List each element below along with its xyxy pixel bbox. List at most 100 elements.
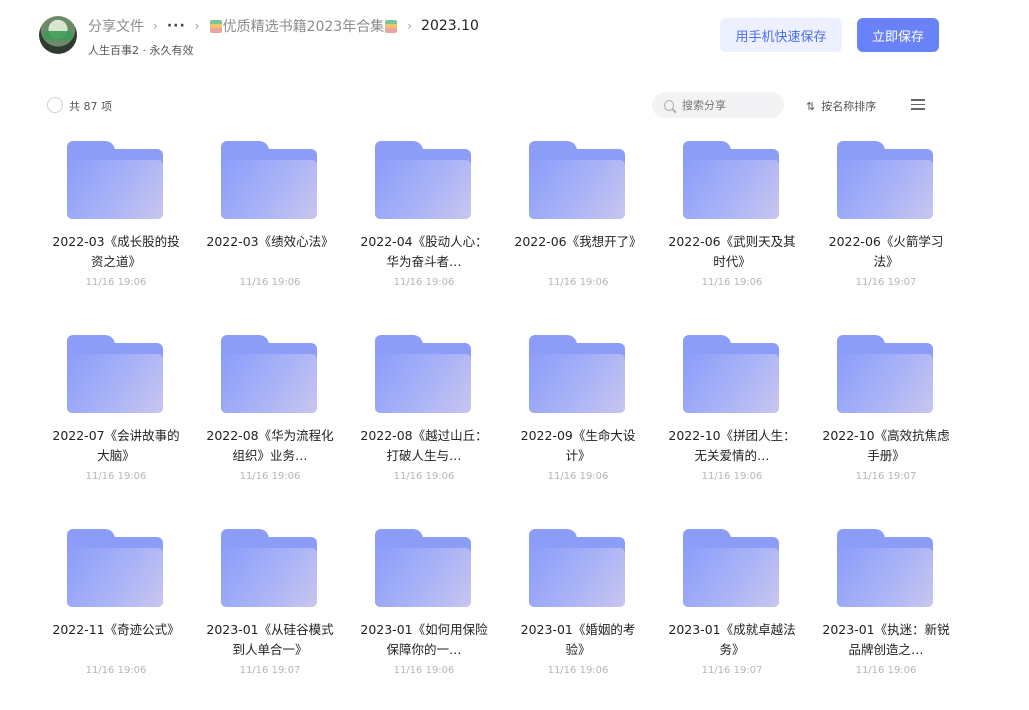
- books-icon: [385, 20, 398, 33]
- folder-item[interactable]: 2022-09《生命大设计》 11/16 19:06: [505, 332, 651, 492]
- breadcrumb-root[interactable]: 分享文件: [88, 16, 144, 36]
- folder-item[interactable]: 2022-10《高效抗焦虑手册》 11/16 19:07: [813, 332, 959, 492]
- folder-item[interactable]: 2023-01《执迷：新锐品牌创造之… 11/16 19:06: [813, 526, 959, 686]
- folder-date: 11/16 19:06: [701, 471, 763, 482]
- folder-icon: [683, 141, 779, 219]
- folder-name: 2023-01《从硅谷模式到人单合一》: [206, 622, 334, 657]
- folder-date: 11/16 19:06: [85, 471, 147, 482]
- folder-item[interactable]: 2022-04《股动人心：华为奋斗者… 11/16 19:06: [351, 138, 497, 298]
- share-header: 分享文件 › ··· › 优质精选书籍2023年合集 › 2023.10 人生百…: [0, 0, 1029, 80]
- folder-name: 2023-01《成就卓越法务》: [668, 622, 796, 657]
- breadcrumb-current: 2023.10: [421, 18, 479, 34]
- chevron-right-icon: ›: [407, 19, 413, 33]
- chevron-right-icon: ›: [194, 19, 200, 33]
- folder-name: 2022-07《会讲故事的大脑》: [52, 428, 180, 463]
- folder-icon: [529, 529, 625, 607]
- folder-date: 11/16 19:06: [393, 665, 455, 676]
- sort-icon: ⇅: [806, 99, 816, 113]
- folder-item[interactable]: 2022-06《我想开了》 11/16 19:06: [505, 138, 651, 298]
- owner-name: 人生百事2: [88, 44, 139, 57]
- folder-item[interactable]: 2023-01《成就卓越法务》 11/16 19:07: [659, 526, 805, 686]
- select-all-checkbox[interactable]: [47, 97, 63, 113]
- folder-icon: [529, 335, 625, 413]
- folder-name: 2022-11《奇迹公式》: [52, 622, 180, 637]
- item-count: 共 87 项: [69, 100, 112, 113]
- folder-name: 2022-03《成长股的投资之道》: [52, 234, 180, 269]
- folder-icon: [67, 141, 163, 219]
- search-icon: [664, 99, 674, 111]
- folder-date: 11/16 19:07: [855, 277, 917, 288]
- file-toolbar: 共 87 项 ⇅ 按名称排序: [0, 90, 1029, 120]
- folder-icon: [67, 335, 163, 413]
- chevron-right-icon: ›: [153, 19, 158, 33]
- folder-icon: [837, 141, 933, 219]
- save-now-button[interactable]: 立即保存: [857, 18, 939, 52]
- folder-date: 11/16 19:06: [393, 471, 455, 482]
- folder-name: 2022-10《高效抗焦虑手册》: [822, 428, 950, 463]
- folder-icon: [375, 141, 471, 219]
- folder-name: 2022-06《我想开了》: [514, 234, 642, 249]
- folder-name: 2022-03《绩效心法》: [206, 234, 334, 249]
- breadcrumb: 分享文件 › ··· › 优质精选书籍2023年合集 › 2023.10: [88, 16, 479, 36]
- info-separator: ·: [139, 44, 150, 57]
- folder-name: 2023-01《执迷：新锐品牌创造之…: [822, 622, 950, 657]
- folder-icon: [837, 529, 933, 607]
- folder-item[interactable]: 2022-03《绩效心法》 11/16 19:06: [197, 138, 343, 298]
- folder-icon: [221, 529, 317, 607]
- folder-date: 11/16 19:06: [85, 277, 147, 288]
- folder-item[interactable]: 2022-08《华为流程化组织》业务… 11/16 19:06: [197, 332, 343, 492]
- folder-date: 11/16 19:06: [85, 665, 147, 676]
- folder-item[interactable]: 2022-06《火箭学习法》 11/16 19:07: [813, 138, 959, 298]
- folder-date: 11/16 19:07: [701, 665, 763, 676]
- folder-icon: [221, 335, 317, 413]
- folder-item[interactable]: 2022-03《成长股的投资之道》 11/16 19:06: [43, 138, 189, 298]
- folder-date: 11/16 19:06: [701, 277, 763, 288]
- folder-icon: [67, 529, 163, 607]
- folder-name: 2023-01《婚姻的考验》: [520, 622, 636, 657]
- folder-date: 11/16 19:07: [239, 665, 301, 676]
- folder-icon: [375, 335, 471, 413]
- breadcrumb-more[interactable]: ···: [167, 18, 186, 34]
- folder-item[interactable]: 2022-07《会讲故事的大脑》 11/16 19:06: [43, 332, 189, 492]
- folder-date: 11/16 19:06: [547, 665, 609, 676]
- folder-date: 11/16 19:06: [855, 665, 917, 676]
- folder-date: 11/16 19:06: [547, 471, 609, 482]
- folder-icon: [221, 141, 317, 219]
- folder-item[interactable]: 2022-06《武则天及其时代》 11/16 19:06: [659, 138, 805, 298]
- avatar[interactable]: [39, 16, 77, 54]
- folder-name: 2022-09《生命大设计》: [520, 428, 636, 463]
- folder-date: 11/16 19:07: [855, 471, 917, 482]
- folder-date: 11/16 19:06: [239, 277, 301, 288]
- folder-name: 2022-06《武则天及其时代》: [668, 234, 796, 269]
- books-icon: [209, 20, 222, 33]
- folder-icon: [529, 141, 625, 219]
- folder-date: 11/16 19:06: [239, 471, 301, 482]
- folder-item[interactable]: 2022-08《越过山丘：打破人生与… 11/16 19:06: [351, 332, 497, 492]
- folder-icon: [837, 335, 933, 413]
- folder-item[interactable]: 2023-01《如何用保险保障你的一… 11/16 19:06: [351, 526, 497, 686]
- sort-label: 按名称排序: [821, 100, 877, 113]
- validity-text: 永久有效: [149, 44, 194, 57]
- folder-item[interactable]: 2023-01《婚姻的考验》 11/16 19:06: [505, 526, 651, 686]
- folder-item[interactable]: 2022-11《奇迹公式》 11/16 19:06: [43, 526, 189, 686]
- folder-icon: [683, 335, 779, 413]
- breadcrumb-collection-label: 优质精选书籍2023年合集: [222, 19, 385, 35]
- folder-name: 2023-01《如何用保险保障你的一…: [360, 622, 488, 657]
- sort-by-name-button[interactable]: ⇅ 按名称排序: [806, 98, 876, 114]
- folder-name: 2022-10《拼团人生：无关爱情的…: [668, 428, 796, 463]
- mobile-save-button[interactable]: 用手机快速保存: [720, 18, 842, 52]
- folder-item[interactable]: 2023-01《从硅谷模式到人单合一》 11/16 19:07: [197, 526, 343, 686]
- folder-icon: [683, 529, 779, 607]
- folder-name: 2022-08《华为流程化组织》业务…: [206, 428, 334, 463]
- search-input[interactable]: [680, 97, 784, 113]
- list-view-icon[interactable]: [911, 99, 925, 110]
- folder-date: 11/16 19:06: [547, 277, 609, 288]
- folder-name: 2022-08《越过山丘：打破人生与…: [360, 428, 488, 463]
- search-box[interactable]: [652, 92, 784, 118]
- folder-name: 2022-04《股动人心：华为奋斗者…: [360, 234, 488, 269]
- folder-date: 11/16 19:06: [393, 277, 455, 288]
- share-info: 人生百事2 · 永久有效: [88, 42, 194, 58]
- folder-item[interactable]: 2022-10《拼团人生：无关爱情的… 11/16 19:06: [659, 332, 805, 492]
- breadcrumb-collection[interactable]: 优质精选书籍2023年合集: [209, 16, 399, 36]
- folder-icon: [375, 529, 471, 607]
